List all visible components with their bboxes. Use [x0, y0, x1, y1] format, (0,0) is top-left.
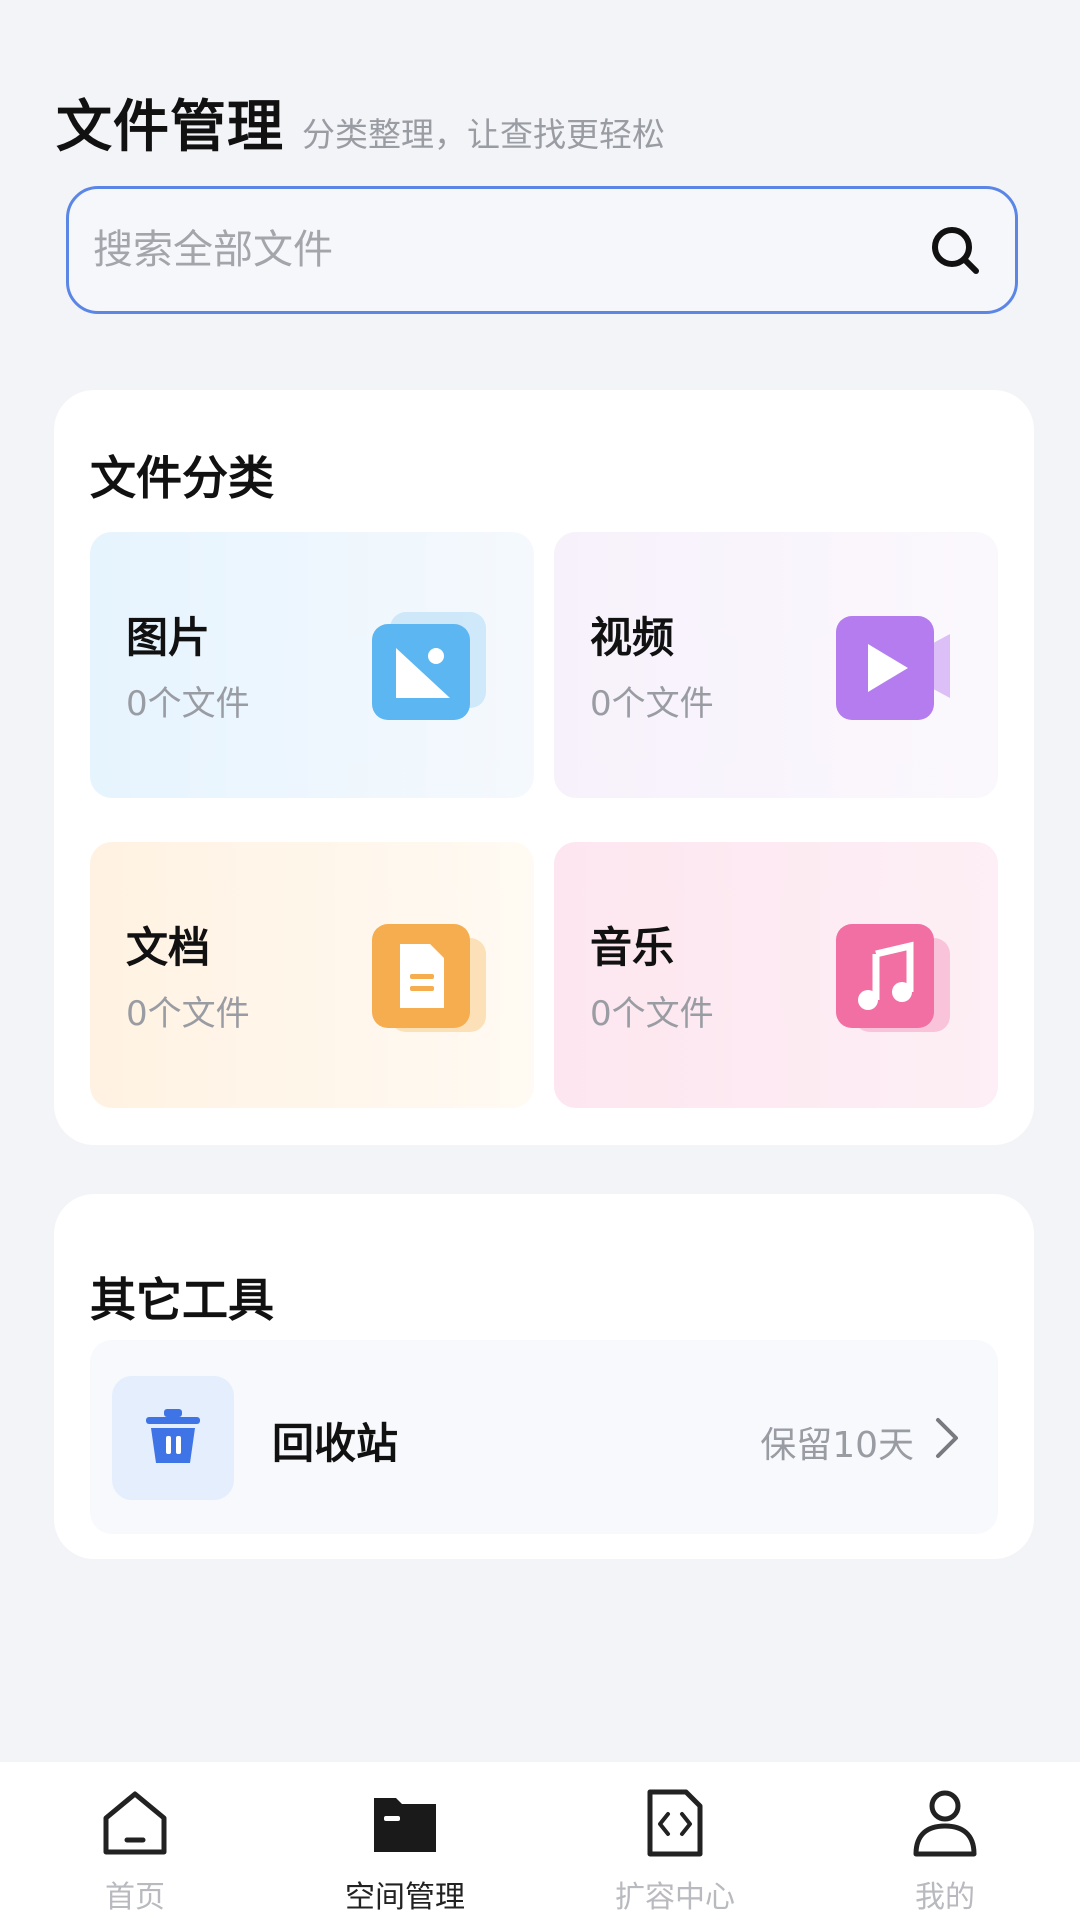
trash-icon	[140, 1403, 206, 1473]
search-bar[interactable]	[66, 186, 1018, 314]
section-title-tools: 其它工具	[90, 1273, 274, 1327]
recycle-bin-row[interactable]: 回收站 保留10天	[90, 1340, 998, 1534]
image-icon	[368, 608, 488, 724]
category-count: 0个文件	[126, 684, 250, 724]
page-subtitle: 分类整理，让查找更轻松	[302, 115, 665, 154]
file-categories-card: 文件分类 图片 0个文件 视频 0个文件 文档 0个文件 音乐 0个文件	[54, 390, 1034, 1145]
category-documents[interactable]: 文档 0个文件	[90, 842, 534, 1108]
category-pictures[interactable]: 图片 0个文件	[90, 532, 534, 798]
folder-icon	[368, 1786, 442, 1860]
page-title: 文件管理	[56, 95, 284, 160]
nav-label-space-management: 空间管理	[345, 1880, 465, 1915]
code-file-icon	[638, 1786, 712, 1860]
chevron-right-icon	[928, 1412, 968, 1464]
category-count: 0个文件	[590, 994, 714, 1034]
category-videos[interactable]: 视频 0个文件	[554, 532, 998, 798]
search-icon[interactable]	[925, 220, 985, 280]
nav-label-profile: 我的	[915, 1880, 975, 1915]
nav-label-expansion-center: 扩容中心	[615, 1880, 735, 1915]
person-icon	[908, 1786, 982, 1860]
nav-home[interactable]: 首页	[0, 1762, 270, 1920]
recycle-bin-label: 回收站	[272, 1419, 399, 1468]
music-icon	[832, 918, 952, 1034]
header: 文件管理 分类整理，让查找更轻松	[56, 82, 665, 163]
bottom-nav: 首页 空间管理 扩容中心 我的	[0, 1762, 1080, 1920]
category-music[interactable]: 音乐 0个文件	[554, 842, 998, 1108]
nav-label-home: 首页	[105, 1880, 165, 1915]
search-input[interactable]	[91, 226, 875, 274]
recycle-bin-icon-box	[112, 1376, 234, 1500]
category-name: 文档	[126, 923, 211, 972]
nav-space-management[interactable]: 空间管理	[270, 1762, 540, 1920]
other-tools-card: 其它工具 回收站 保留10天	[54, 1194, 1034, 1559]
retention-note: 保留10天	[760, 1425, 914, 1466]
category-count: 0个文件	[126, 994, 250, 1034]
video-icon	[832, 608, 952, 724]
category-name: 图片	[126, 613, 211, 662]
nav-expansion-center[interactable]: 扩容中心	[540, 1762, 810, 1920]
category-name: 音乐	[590, 923, 675, 972]
document-icon	[368, 918, 488, 1034]
file-manager-screen: 文件管理 分类整理，让查找更轻松 文件分类 图片 0个文件	[0, 0, 1080, 1920]
nav-profile[interactable]: 我的	[810, 1762, 1080, 1920]
category-name: 视频	[590, 613, 675, 662]
home-icon	[98, 1786, 172, 1860]
category-count: 0个文件	[590, 684, 714, 724]
section-title-categories: 文件分类	[90, 451, 274, 505]
